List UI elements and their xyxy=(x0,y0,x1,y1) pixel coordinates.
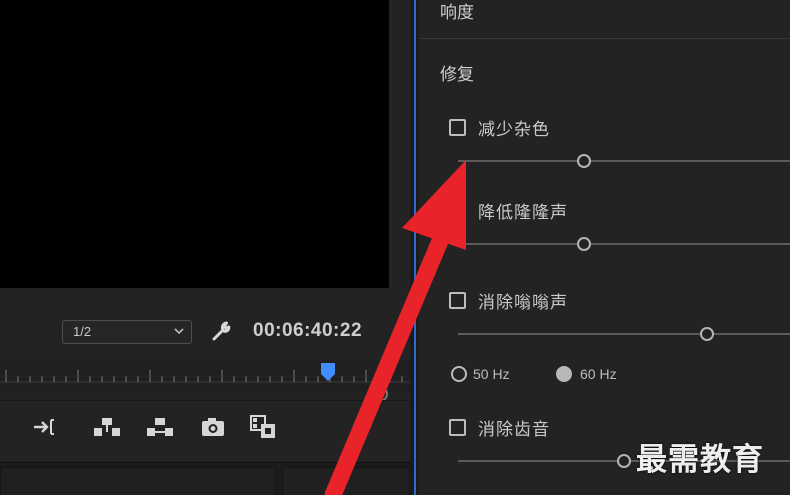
export-frame-icon[interactable] xyxy=(198,412,228,442)
zoom-level-select[interactable]: 1/2 xyxy=(62,320,192,344)
playhead-timecode[interactable]: 00:06:40:22 xyxy=(253,320,362,342)
lift-icon[interactable] xyxy=(92,412,122,442)
video-preview xyxy=(0,0,389,288)
watermark-text: 最需教育 xyxy=(636,442,764,478)
ruler-ticks xyxy=(0,370,410,383)
time-ruler[interactable] xyxy=(0,360,410,392)
deess-checkbox[interactable] xyxy=(449,419,466,436)
wrench-icon[interactable] xyxy=(210,320,234,344)
repair-section-header[interactable]: 修复 xyxy=(440,60,474,85)
reduce-rumble-checkbox[interactable] xyxy=(449,201,466,218)
playhead-marker[interactable] xyxy=(320,362,336,382)
reduce-noise-label: 减少杂色 xyxy=(478,120,550,140)
hz-50-radio[interactable] xyxy=(451,366,467,382)
zoom-level-value: 1/2 xyxy=(73,324,92,339)
section-separator xyxy=(419,38,790,39)
reduce-noise-slider-track[interactable] xyxy=(458,160,790,162)
reduce-rumble-label: 降低隆隆声 xyxy=(478,203,568,223)
essential-sound-panel xyxy=(419,0,790,495)
timeline-track-right xyxy=(282,467,410,495)
hz-60-label: 60 Hz xyxy=(580,366,617,382)
deess-label: 消除齿音 xyxy=(478,420,550,440)
dehum-checkbox[interactable] xyxy=(449,292,466,309)
hz-50-label: 50 Hz xyxy=(473,366,510,382)
go-to-out-icon[interactable] xyxy=(30,412,60,442)
dehum-slider-track[interactable] xyxy=(458,333,790,335)
loudness-section-header[interactable]: 响度 xyxy=(440,0,474,23)
hz-60-radio[interactable] xyxy=(556,366,572,382)
timeline-strip xyxy=(0,462,410,495)
comparison-view-icon[interactable] xyxy=(248,412,278,442)
extract-icon[interactable] xyxy=(145,412,175,442)
timeline-track-left xyxy=(0,467,276,495)
dehum-label: 消除嗡嗡声 xyxy=(478,293,568,313)
reduce-noise-checkbox[interactable] xyxy=(449,119,466,136)
reduce-rumble-slider-track[interactable] xyxy=(458,243,790,245)
dehum-slider-handle[interactable] xyxy=(700,327,714,341)
deess-slider-handle[interactable] xyxy=(617,454,631,468)
chevron-down-icon xyxy=(174,328,184,335)
panel-focus-line xyxy=(414,0,416,495)
